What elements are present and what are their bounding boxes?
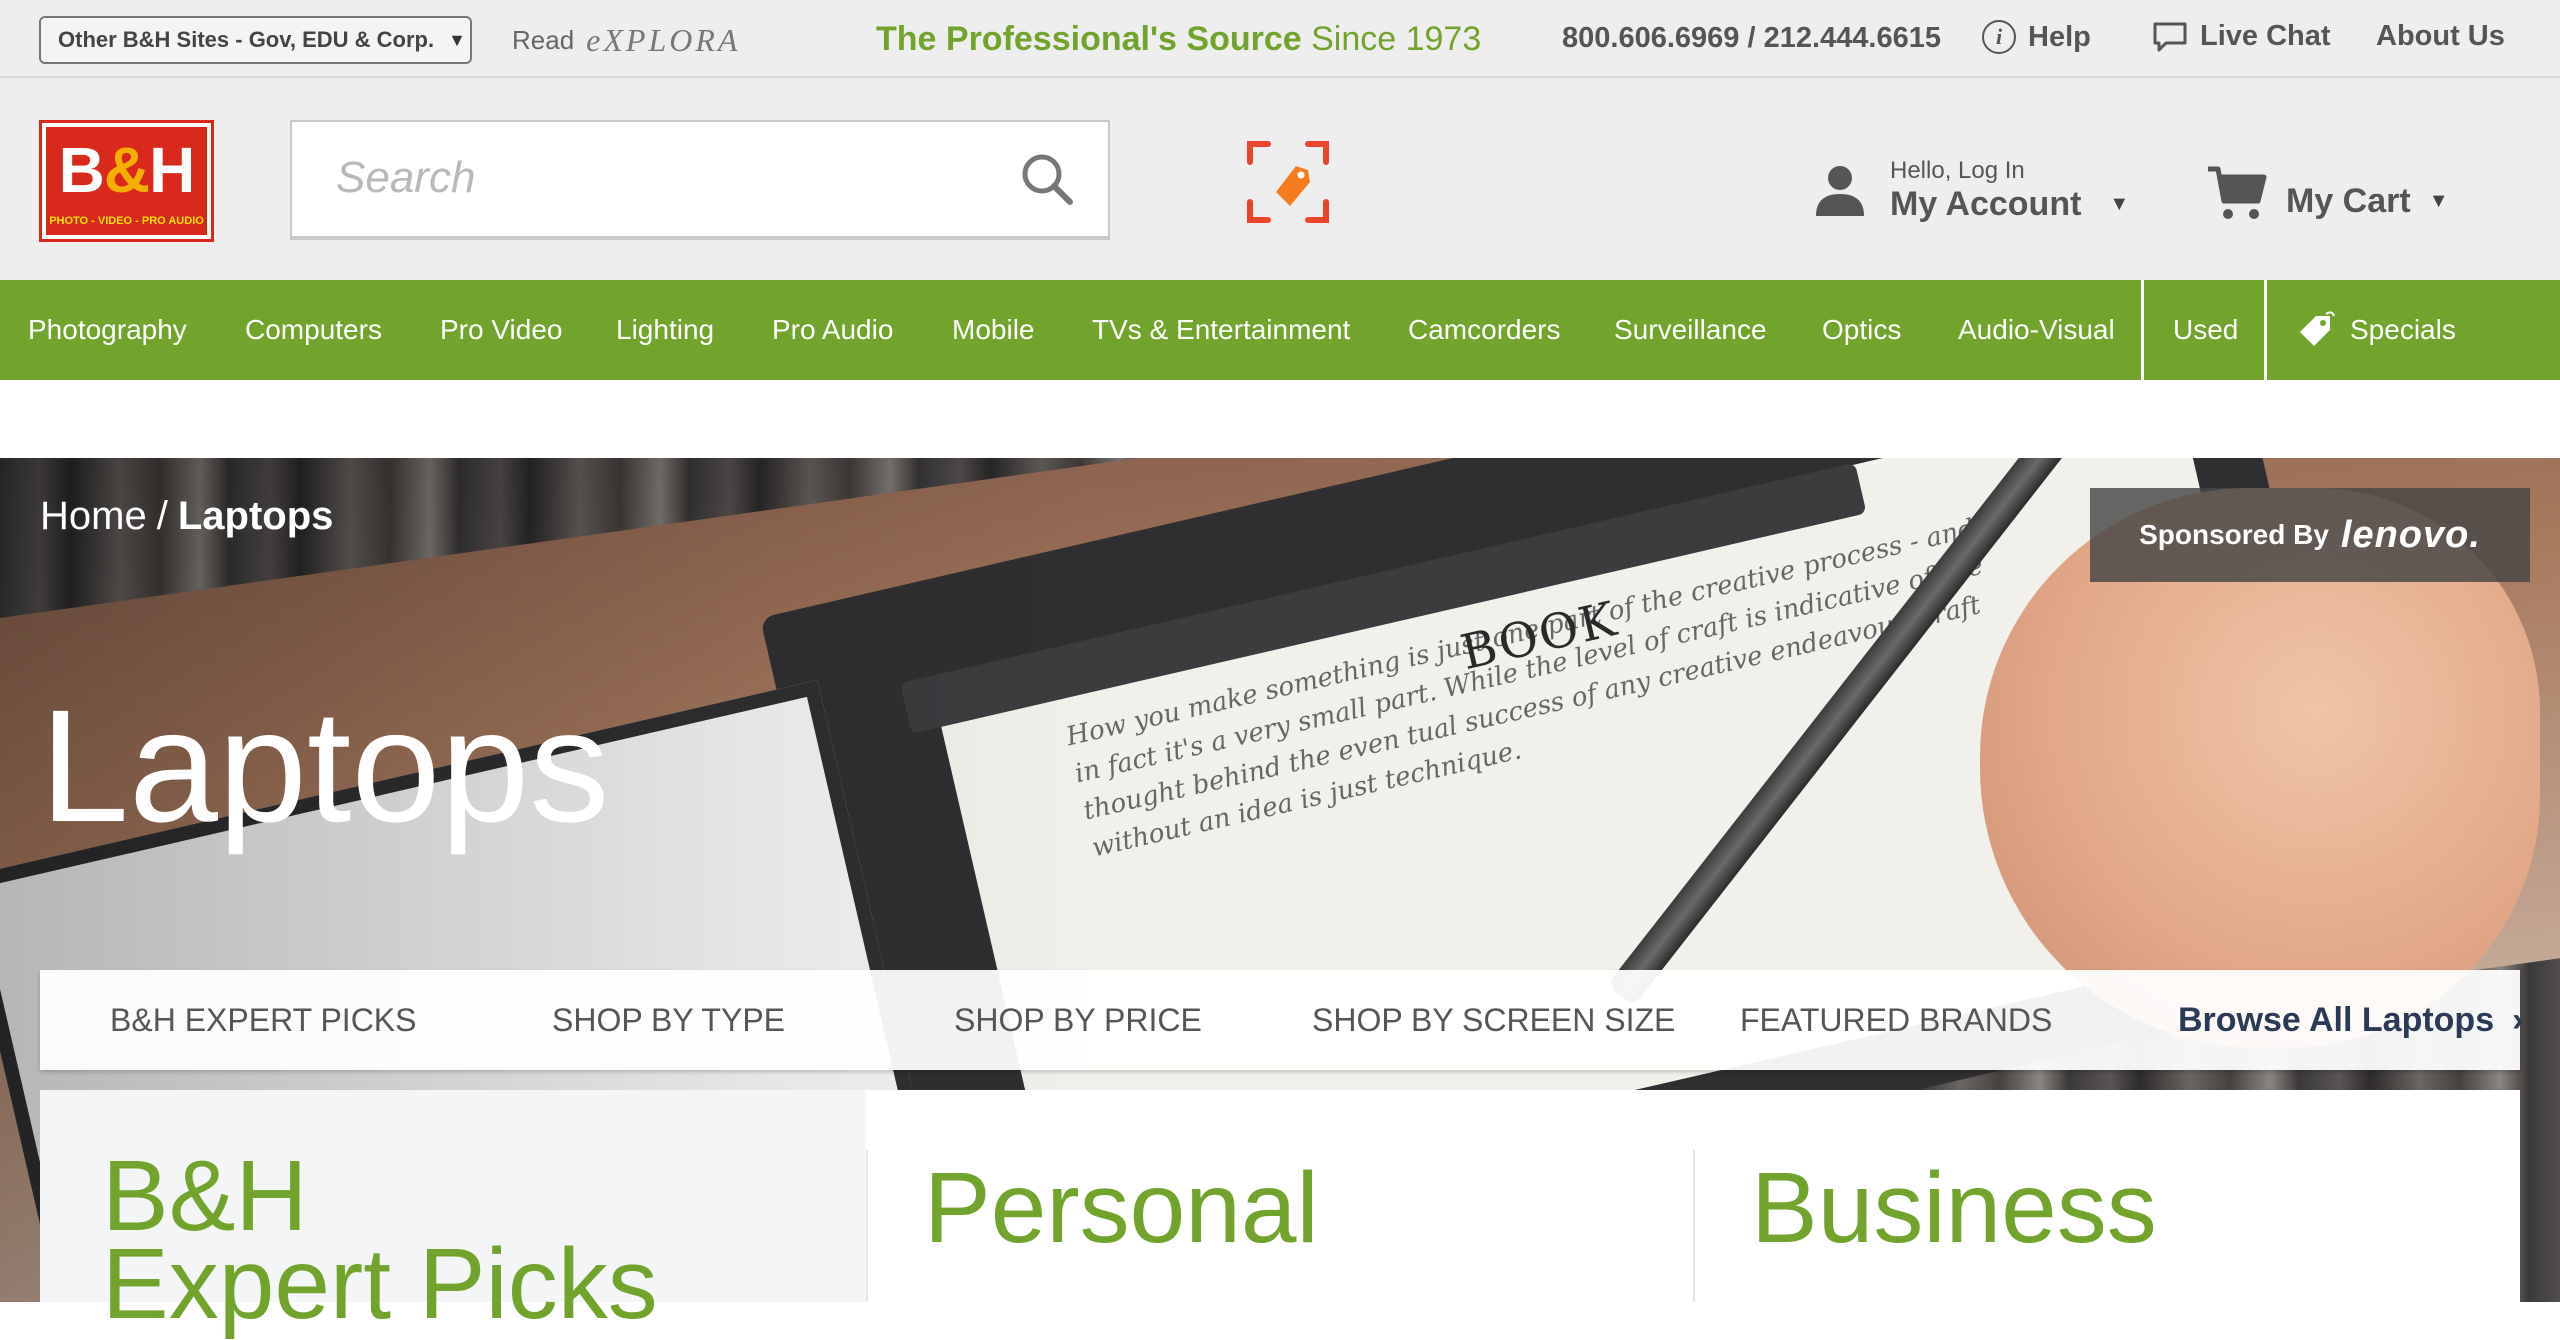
breadcrumb: Home / Laptops xyxy=(40,494,333,539)
cart-label: My Cart xyxy=(2286,181,2411,220)
tab-shop-by-type[interactable]: SHOP BY TYPE xyxy=(552,970,785,1070)
logo-inner: B&H PHOTO - VIDEO - PRO AUDIO xyxy=(46,127,207,235)
nav-item-surveillance[interactable]: Surveillance xyxy=(1614,280,1767,380)
page-title: Laptops xyxy=(40,676,610,855)
site-header: B&H PHOTO - VIDEO - PRO AUDIO Hello, Log… xyxy=(0,78,2560,280)
account-label: My Account xyxy=(1890,184,2082,223)
personal-title: Personal xyxy=(924,1152,1319,1264)
breadcrumb-home[interactable]: Home xyxy=(40,494,147,538)
logo-wordmark: B&H xyxy=(58,134,196,206)
nav-item-pro-audio[interactable]: Pro Audio xyxy=(772,280,893,380)
content-cards: B&H Expert Picks Personal Business xyxy=(40,1090,2520,1334)
nav-item-pro-video[interactable]: Pro Video xyxy=(440,280,562,380)
search-box xyxy=(290,120,1110,240)
tab-expert-picks[interactable]: B&H EXPERT PICKS xyxy=(110,970,416,1070)
user-silhouette-icon xyxy=(1816,166,1864,216)
read-explora-link[interactable]: Read eXPLORA xyxy=(512,22,740,58)
help-link[interactable]: i Help xyxy=(1982,20,2091,54)
tab-shop-by-price[interactable]: SHOP BY PRICE xyxy=(954,970,1202,1070)
business-card[interactable]: Business xyxy=(1693,1150,2520,1302)
nav-item-computers[interactable]: Computers xyxy=(245,280,382,380)
cart-label-row: My Cart ▼ xyxy=(2286,168,2449,221)
price-tag-scan-icon[interactable] xyxy=(1246,140,1330,224)
account-label-row: My Account ▼ xyxy=(1890,185,2129,224)
logo-subtitle: PHOTO - VIDEO - PRO AUDIO xyxy=(49,215,204,227)
nav-item-camcorders[interactable]: Camcorders xyxy=(1408,280,1560,380)
about-us-link[interactable]: About Us xyxy=(2376,20,2505,53)
nav-divider xyxy=(2141,280,2144,380)
help-label: Help xyxy=(2028,20,2091,53)
sponsored-label: Sponsored By xyxy=(2139,519,2329,550)
nav-item-used[interactable]: Used xyxy=(2173,280,2238,380)
speech-bubble-icon xyxy=(2153,22,2187,51)
caret-down-icon: ▼ xyxy=(2428,189,2449,212)
cart-menu[interactable]: My Cart ▼ xyxy=(2206,158,2449,230)
specials-label: Specials xyxy=(2350,314,2456,345)
tagline-rest: Since 1973 xyxy=(1301,20,1482,58)
caret-down-icon: ▼ xyxy=(2109,192,2130,215)
browse-all-label: Browse All Laptops xyxy=(2178,1001,2495,1039)
personal-card[interactable]: Personal xyxy=(866,1150,1693,1302)
caret-down-icon: ▼ xyxy=(448,29,466,50)
other-sites-dropdown[interactable]: Other B&H Sites - Gov, EDU & Corp. ▼ xyxy=(39,16,472,64)
account-text: Hello, Log In My Account ▼ xyxy=(1890,157,2129,224)
nav-item-optics[interactable]: Optics xyxy=(1822,280,1901,380)
lenovo-logo: lenovo. xyxy=(2340,513,2481,556)
info-circle-icon: i xyxy=(1982,20,2016,54)
utility-bar: Other B&H Sites - Gov, EDU & Corp. ▼ Rea… xyxy=(0,0,2560,78)
breadcrumb-separator: / xyxy=(156,494,168,538)
business-title: Business xyxy=(1751,1152,2157,1264)
bh-logo[interactable]: B&H PHOTO - VIDEO - PRO AUDIO xyxy=(39,120,214,242)
nav-divider xyxy=(2264,280,2267,380)
tab-featured-brands[interactable]: FEATURED BRANDS xyxy=(1740,970,2052,1070)
shopping-cart-icon xyxy=(2208,166,2267,219)
explora-logo: eXPLORA xyxy=(586,21,741,58)
nav-item-mobile[interactable]: Mobile xyxy=(952,280,1034,380)
main-nav: Photography Computers Pro Video Lighting… xyxy=(0,280,2560,380)
nav-item-tvs-entertainment[interactable]: TVs & Entertainment xyxy=(1092,280,1350,380)
nav-item-lighting[interactable]: Lighting xyxy=(616,280,714,380)
search-input[interactable] xyxy=(294,124,994,232)
account-menu[interactable]: Hello, Log In My Account ▼ xyxy=(1812,150,2129,230)
tag-icon xyxy=(2300,311,2335,346)
account-hello: Hello, Log In xyxy=(1890,156,2025,184)
live-chat-label: Live Chat xyxy=(2200,20,2331,52)
other-sites-label: Other B&H Sites - Gov, EDU & Corp. xyxy=(58,27,435,52)
nav-item-audio-visual[interactable]: Audio-Visual xyxy=(1958,280,2115,380)
about-us-label: About Us xyxy=(2376,20,2505,52)
read-label: Read xyxy=(512,24,575,55)
tab-shop-by-screen-size[interactable]: SHOP BY SCREEN SIZE xyxy=(1312,970,1675,1070)
breadcrumb-current: Laptops xyxy=(177,494,334,538)
chevron-right-icon: › xyxy=(2512,1001,2524,1039)
search-icon[interactable] xyxy=(1016,148,1078,210)
nav-item-specials[interactable]: Specials xyxy=(2296,280,2456,380)
live-chat-link[interactable]: Live Chat xyxy=(2152,20,2331,53)
nav-item-photography[interactable]: Photography xyxy=(28,280,187,380)
sponsored-badge[interactable]: Sponsored By lenovo. xyxy=(2090,488,2530,582)
phone-numbers: 800.606.6969 / 212.444.6615 xyxy=(1562,22,1941,54)
browse-all-laptops-link[interactable]: Browse All Laptops › xyxy=(2178,970,2523,1070)
expert-picks-card[interactable]: B&H Expert Picks xyxy=(40,1090,866,1334)
category-sub-nav: B&H EXPERT PICKS SHOP BY TYPE SHOP BY PR… xyxy=(40,970,2523,1070)
tagline-bold: The Professional's Source xyxy=(876,20,1302,58)
tagline: The Professional's Source Since 1973 xyxy=(876,20,1481,59)
